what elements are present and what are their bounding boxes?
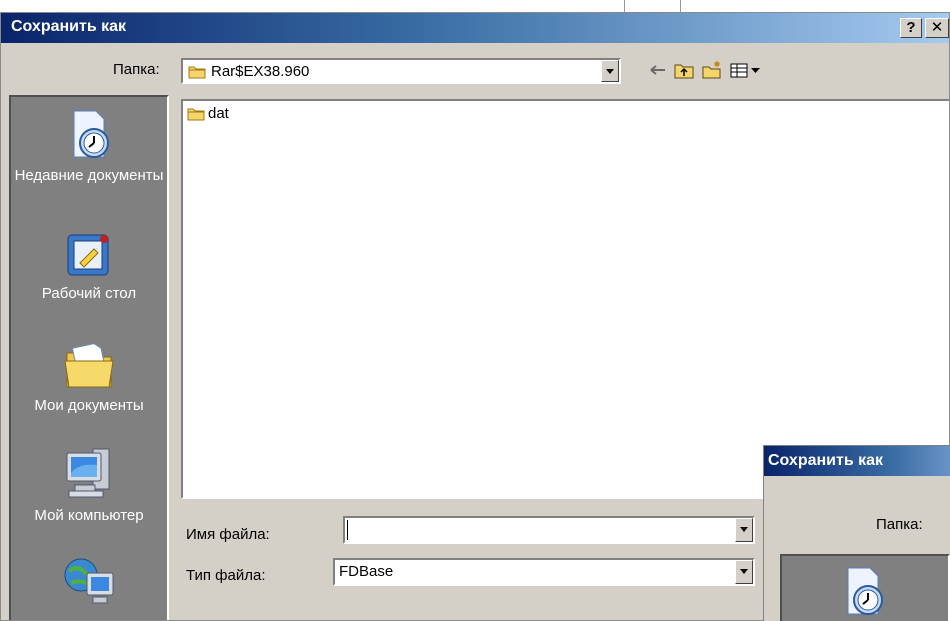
- file-name: dat: [208, 105, 229, 122]
- filename-label: Имя файла:: [186, 526, 270, 543]
- view-menu-icon[interactable]: [729, 60, 763, 80]
- second-title-bar[interactable]: Сохранить как: [764, 446, 950, 476]
- help-button[interactable]: ?: [900, 18, 922, 38]
- up-folder-icon[interactable]: [673, 60, 695, 80]
- folder-icon: [188, 66, 206, 79]
- my-documents-icon: [64, 343, 114, 388]
- back-arrow-icon[interactable]: [647, 60, 669, 80]
- place-label: Рабочий стол: [41, 285, 137, 302]
- second-places-bar: [780, 554, 950, 621]
- network-icon: [64, 558, 114, 604]
- chevron-down-icon[interactable]: [735, 560, 753, 584]
- place-recent-documents[interactable]: Недавние документы: [11, 109, 167, 186]
- recent-documents-icon: [73, 110, 109, 158]
- second-look-in-label: Папка:: [876, 516, 923, 533]
- second-dialog-title: Сохранить как: [768, 452, 884, 469]
- dialog-title: Сохранить как: [11, 18, 127, 35]
- new-folder-icon[interactable]: [701, 60, 723, 80]
- place-network[interactable]: [11, 553, 167, 613]
- filetype-dropdown[interactable]: FDBase: [333, 558, 755, 586]
- folder-icon: [187, 108, 205, 121]
- desktop-icon: [67, 234, 109, 276]
- place-label: Недавние документы: [14, 167, 164, 184]
- place-my-computer[interactable]: Мой компьютер: [11, 445, 167, 526]
- desktop-background: [0, 0, 950, 12]
- filename-combo[interactable]: [343, 516, 755, 544]
- place-label: Мой компьютер: [34, 507, 144, 524]
- place-desktop[interactable]: Рабочий стол: [11, 227, 167, 304]
- look-in-value: Rar$EX38.960: [211, 63, 310, 80]
- filename-input[interactable]: [347, 520, 733, 540]
- title-bar[interactable]: Сохранить как ? ✕: [1, 13, 949, 43]
- list-item[interactable]: dat: [187, 105, 229, 122]
- second-save-as-dialog: Сохранить как Папка:: [763, 445, 950, 621]
- filetype-value: FDBase: [339, 563, 394, 580]
- recent-documents-icon: [847, 567, 883, 615]
- place-my-documents[interactable]: Мои документы: [11, 331, 167, 416]
- places-bar: Недавние документы Рабочий стол Мои доку…: [9, 95, 169, 620]
- background-window-fragment: [680, 0, 720, 12]
- look-in-dropdown[interactable]: Rar$EX38.960: [181, 58, 621, 84]
- look-in-label: Папка:: [113, 61, 160, 78]
- filetype-label: Тип файла:: [186, 567, 266, 584]
- chevron-down-icon[interactable]: [735, 518, 753, 542]
- my-computer-icon: [66, 448, 110, 498]
- file-list[interactable]: dat: [181, 99, 949, 499]
- close-button[interactable]: ✕: [925, 18, 949, 38]
- place-label: Мои документы: [34, 397, 144, 414]
- chevron-down-icon[interactable]: [601, 60, 619, 82]
